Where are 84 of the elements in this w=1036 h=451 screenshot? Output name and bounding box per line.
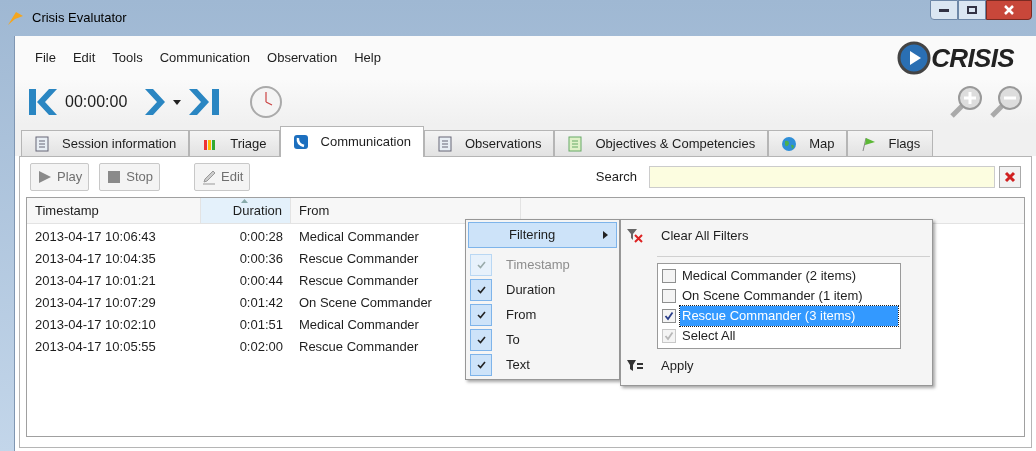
tab[interactable]: Observations	[423, 130, 555, 156]
menu-item[interactable]: File	[35, 48, 56, 68]
maximize-button[interactable]	[958, 0, 986, 20]
menu-item[interactable]: Clear All Filters	[661, 226, 749, 246]
table-cell-text: Rescue Commander	[298, 338, 420, 357]
table-cell-text: 0:00:36	[238, 250, 284, 269]
search-field[interactable]	[649, 166, 995, 188]
table-cell-text: Rescue Commander	[298, 250, 420, 269]
table-cell-text: 2013-04-17 10:06:43	[34, 228, 157, 247]
search-label: Search	[595, 168, 637, 187]
table-cell-text: Medical Commander	[298, 228, 420, 247]
tab[interactable]: Session information	[21, 130, 190, 156]
list-item[interactable]: Medical Commander (2 items)	[680, 266, 859, 286]
tab[interactable]: Flags	[847, 130, 934, 156]
menu-item[interactable]: Observation	[267, 48, 338, 68]
clock-icon[interactable]	[249, 85, 284, 119]
pencil-icon	[201, 169, 218, 185]
tab[interactable]: Map	[768, 130, 848, 156]
submenu-arrow-icon	[603, 231, 608, 239]
zoom-in-icon[interactable]	[948, 84, 984, 120]
table-cell-text: 0:02:00	[238, 338, 284, 357]
menu-item[interactable]: Communication	[159, 48, 251, 68]
table-cell-text: 0:00:44	[238, 272, 284, 291]
clear-filter-icon	[627, 229, 643, 243]
checkbox[interactable]	[470, 278, 492, 301]
checkbox[interactable]	[662, 289, 676, 303]
check-icon	[476, 360, 486, 369]
menu-item[interactable]: Text	[506, 354, 530, 375]
menu-item[interactable]: Filtering	[468, 222, 617, 248]
menu-item[interactable]: Help	[354, 48, 381, 68]
table-cell-text: Medical Commander	[298, 316, 420, 335]
check-icon	[476, 335, 486, 344]
checkbox[interactable]	[470, 328, 492, 351]
document-icon	[436, 135, 453, 152]
window-title: Crisis Evalutator	[32, 9, 127, 28]
table-cell-text: 2013-04-17 10:02:10	[34, 316, 157, 335]
close-button[interactable]	[986, 0, 1032, 20]
clear-search-button[interactable]	[999, 166, 1021, 188]
flag-icon	[860, 135, 877, 152]
stop-icon	[106, 169, 123, 185]
checkbox[interactable]	[470, 353, 492, 376]
app-icon	[6, 10, 24, 26]
table-cell-text: 0:01:42	[238, 294, 284, 313]
table-cell-text: 2013-04-17 10:07:29	[34, 294, 157, 313]
menu-item[interactable]: Edit	[72, 48, 96, 68]
dropdown-caret-icon[interactable]	[173, 99, 182, 105]
menu-item[interactable]: Apply	[661, 356, 694, 376]
checkbox[interactable]	[662, 269, 676, 283]
zoom-out-icon[interactable]	[988, 84, 1024, 120]
list-item[interactable]: On Scene Commander (1 item)	[680, 286, 865, 306]
close-icon	[1004, 171, 1016, 183]
time-display: 00:00:00	[65, 92, 128, 112]
logo-icon	[897, 41, 932, 75]
menu-item[interactable]: From	[506, 304, 537, 325]
table-cell-text: 0:00:28	[238, 228, 284, 247]
table-cell-text: 2013-04-17 10:05:55	[34, 338, 157, 357]
check-icon	[476, 260, 486, 269]
check-icon	[476, 285, 486, 294]
logo-text: CRISIS	[931, 41, 1014, 75]
minimize-button[interactable]	[930, 0, 958, 20]
sort-arrow-icon	[241, 199, 248, 203]
checkbox[interactable]	[662, 309, 676, 323]
table-cell-text: On Scene Commander	[298, 294, 433, 313]
apply-filter-icon	[627, 360, 643, 372]
play-icon	[37, 169, 53, 185]
column-header[interactable]: Duration	[201, 198, 291, 223]
spreadsheet-icon	[567, 135, 584, 152]
table-cell-text: 2013-04-17 10:04:35	[34, 250, 157, 269]
skip-forward-icon[interactable]	[187, 87, 222, 117]
table-cell-text: 0:01:51	[238, 316, 284, 335]
phone-icon	[292, 134, 309, 150]
table-cell-text: 2013-04-17 10:01:21	[34, 272, 157, 291]
document-icon	[34, 135, 50, 152]
tab[interactable]: Triage	[189, 130, 280, 156]
tab[interactable]: Communication	[279, 126, 424, 157]
menu-item[interactable]: To	[506, 329, 520, 350]
menu-item[interactable]: Tools	[112, 48, 143, 68]
menu-item[interactable]: Duration	[506, 279, 556, 300]
table-cell-text: Rescue Commander	[298, 272, 420, 291]
checkbox[interactable]	[470, 303, 492, 326]
globe-icon	[781, 135, 798, 152]
close-icon	[1003, 5, 1015, 15]
tab[interactable]: Objectives & Competencies	[554, 130, 769, 156]
check-icon	[476, 310, 486, 319]
